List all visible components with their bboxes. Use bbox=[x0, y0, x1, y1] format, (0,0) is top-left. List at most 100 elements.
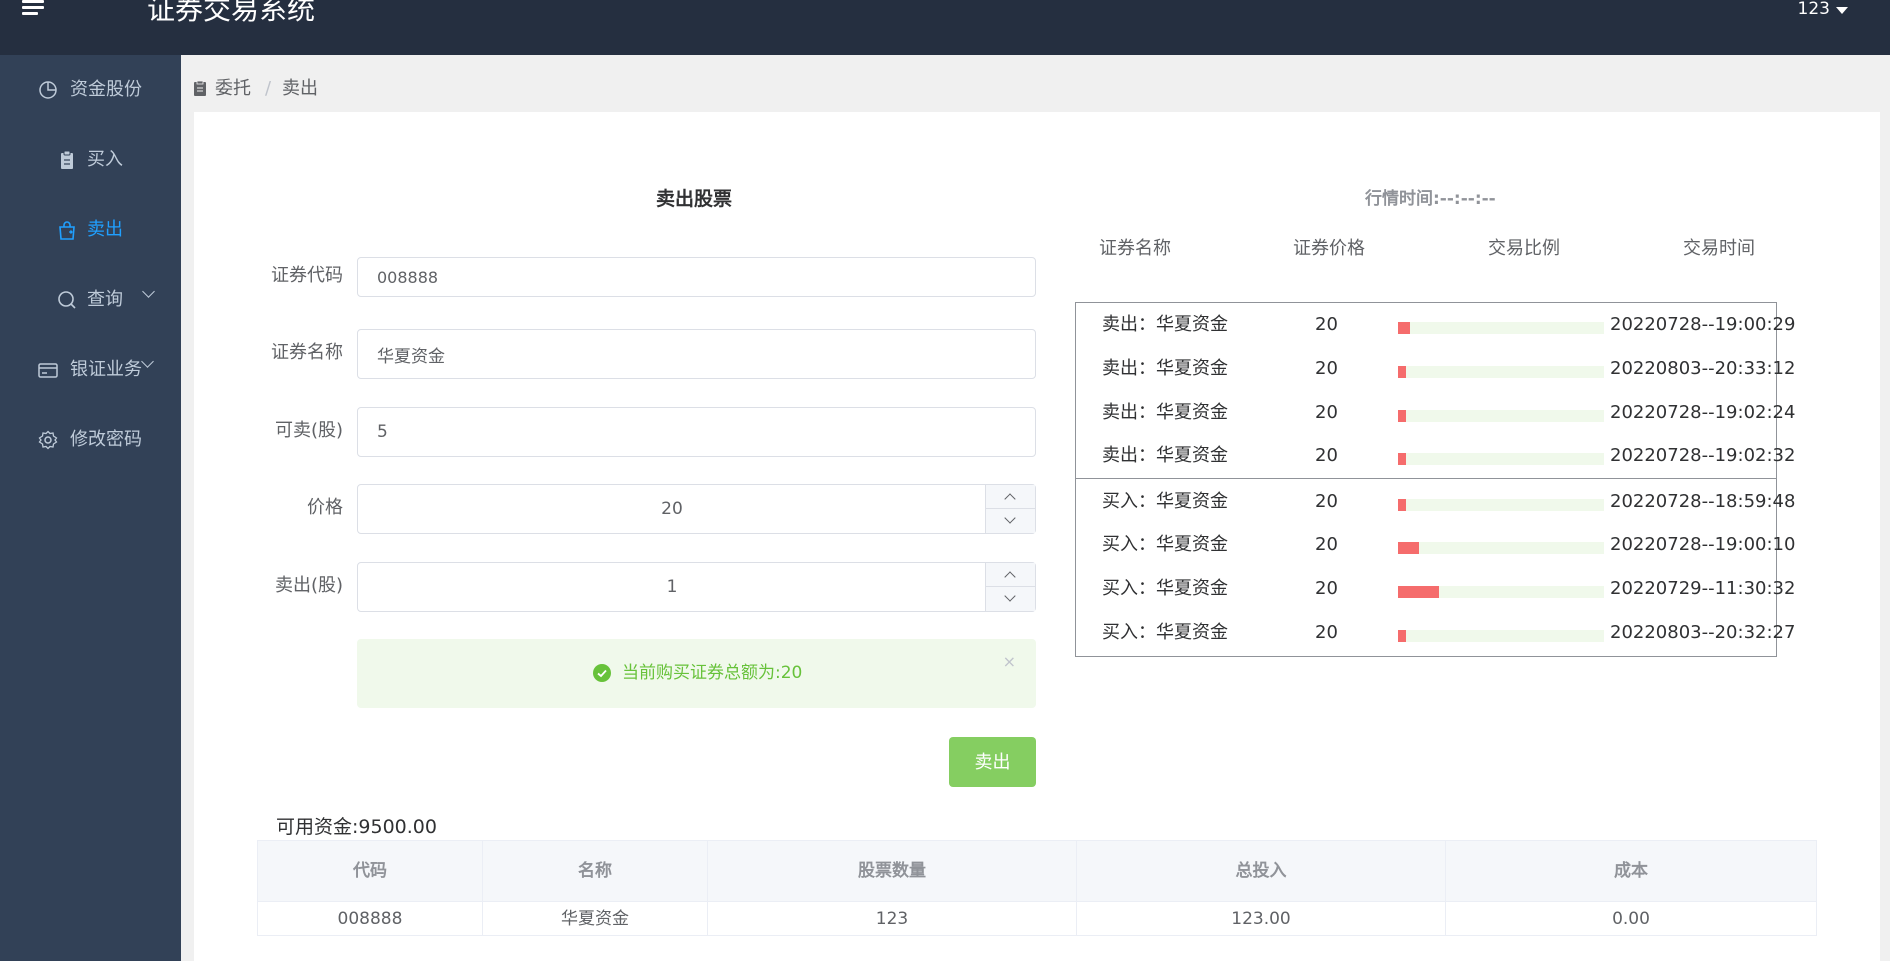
market-row: 买入：华夏资金 20 20220803--20:32:27 bbox=[1076, 618, 1795, 648]
holdings-table: 代码 名称 股票数量 总投入 成本 008888 华夏资金 123 123.00… bbox=[257, 840, 1817, 936]
breadcrumb-item-order[interactable]: 委托 bbox=[215, 77, 251, 101]
column-header: 代码 bbox=[258, 841, 483, 901]
column-header: 名称 bbox=[483, 841, 708, 901]
form-title: 卖出股票 bbox=[656, 188, 733, 210]
market-row-price: 20 bbox=[1315, 402, 1338, 423]
chevron-up-icon bbox=[1004, 493, 1016, 505]
quantity-input[interactable]: 1 bbox=[358, 563, 986, 611]
market-row-name: 买入：华夏资金 bbox=[1102, 491, 1228, 512]
market-column-ratio: 交易比例 bbox=[1488, 238, 1560, 259]
sidebar-item-query[interactable]: 查询 bbox=[0, 265, 181, 335]
shopping-bag-icon bbox=[59, 221, 75, 240]
chevron-up-icon bbox=[1004, 571, 1016, 583]
ratio-bar-fill bbox=[1398, 499, 1406, 511]
market-row-time: 20220728--19:02:24 bbox=[1610, 402, 1796, 423]
quantity-stepper: 1 bbox=[357, 562, 1036, 612]
table-cell: 008888 bbox=[258, 902, 483, 936]
market-row: 卖出：华夏资金 20 20220728--19:02:24 bbox=[1076, 398, 1795, 428]
market-row-name: 卖出：华夏资金 bbox=[1102, 314, 1228, 335]
price-input[interactable]: 20 bbox=[358, 485, 986, 533]
market-row: 买入：华夏资金 20 20220728--18:59:48 bbox=[1076, 487, 1795, 517]
caret-down-icon[interactable] bbox=[1836, 7, 1848, 14]
sidebar-item-buy[interactable]: 买入 bbox=[0, 125, 181, 195]
market-column-name: 证券名称 bbox=[1099, 238, 1171, 259]
market-row-time: 20220728--18:59:48 bbox=[1610, 491, 1796, 512]
name-input[interactable]: 华夏资金 bbox=[357, 329, 1036, 379]
market-row: 卖出：华夏资金 20 20220728--19:00:29 bbox=[1076, 310, 1795, 340]
price-decrease-button[interactable] bbox=[986, 509, 1035, 533]
price-stepper-buttons bbox=[985, 485, 1035, 533]
chevron-down-icon bbox=[1004, 512, 1016, 524]
available-label: 可卖(股) bbox=[274, 420, 343, 441]
top-bar: 证券交易系统 123 bbox=[0, 0, 1890, 55]
sidebar-item-sell[interactable]: 卖出 bbox=[0, 195, 181, 265]
column-header: 总投入 bbox=[1077, 841, 1446, 901]
user-menu[interactable]: 123 bbox=[1798, 0, 1830, 18]
code-input[interactable]: 008888 bbox=[357, 257, 1036, 297]
market-row: 卖出：华夏资金 20 20220728--19:02:32 bbox=[1076, 441, 1795, 471]
market-divider bbox=[1076, 478, 1776, 479]
sidebar-item-label: 查询 bbox=[87, 289, 123, 310]
price-increase-button[interactable] bbox=[986, 485, 1035, 509]
ratio-bar bbox=[1398, 499, 1604, 511]
column-header: 成本 bbox=[1614, 861, 1648, 881]
market-row-name: 买入：华夏资金 bbox=[1102, 578, 1228, 599]
ratio-bar bbox=[1398, 630, 1604, 642]
market-row-name: 卖出：华夏资金 bbox=[1102, 358, 1228, 379]
market-row-time: 20220803--20:32:27 bbox=[1610, 622, 1796, 643]
market-column-time: 交易时间 bbox=[1683, 238, 1755, 259]
sidebar-item-password[interactable]: 修改密码 bbox=[0, 405, 181, 475]
close-icon[interactable]: × bbox=[1003, 653, 1016, 671]
market-row-time: 20220729--11:30:32 bbox=[1610, 578, 1796, 599]
market-row-time: 20220728--19:02:32 bbox=[1610, 445, 1796, 466]
ratio-bar-fill bbox=[1398, 322, 1410, 334]
quantity-increase-button[interactable] bbox=[986, 563, 1035, 587]
market-column-price: 证券价格 bbox=[1293, 238, 1365, 259]
sidebar-item-label: 卖出 bbox=[87, 219, 123, 240]
market-row-price: 20 bbox=[1315, 358, 1338, 379]
quantity-decrease-button[interactable] bbox=[986, 587, 1035, 611]
name-label: 证券名称 bbox=[271, 342, 343, 363]
ratio-bar-fill bbox=[1398, 586, 1439, 598]
market-row-time: 20220728--19:00:29 bbox=[1610, 314, 1796, 335]
table-cell: 123.00 bbox=[1077, 902, 1446, 936]
market-row-price: 20 bbox=[1315, 314, 1338, 335]
clipboard-icon bbox=[194, 81, 206, 96]
ratio-bar bbox=[1398, 410, 1604, 422]
sell-button[interactable]: 卖出 bbox=[949, 737, 1036, 787]
available-funds: 可用资金:9500.00 bbox=[276, 816, 437, 838]
search-icon bbox=[58, 291, 76, 309]
ratio-bar bbox=[1398, 453, 1604, 465]
alert-message: 当前购买证券总额为:20 bbox=[622, 663, 803, 683]
ratio-bar-fill bbox=[1398, 542, 1419, 554]
gear-icon bbox=[38, 430, 58, 450]
ratio-bar-fill bbox=[1398, 453, 1406, 465]
sidebar-item-bank[interactable]: 银证业务 bbox=[0, 335, 181, 405]
success-alert: 当前购买证券总额为:20 × bbox=[357, 639, 1036, 708]
quantity-label: 卖出(股) bbox=[274, 575, 343, 596]
sidebar-item-label: 银证业务 bbox=[70, 359, 142, 380]
table-cell: 华夏资金 bbox=[483, 902, 708, 936]
market-row: 卖出：华夏资金 20 20220803--20:33:12 bbox=[1076, 354, 1795, 384]
market-row-price: 20 bbox=[1315, 445, 1338, 466]
menu-toggle-icon[interactable] bbox=[22, 0, 46, 22]
column-header: 股票数量 bbox=[708, 841, 1077, 901]
ratio-bar bbox=[1398, 586, 1604, 598]
price-stepper: 20 bbox=[357, 484, 1036, 534]
market-time: 行情时间:--:--:-- bbox=[1365, 189, 1496, 209]
chevron-down-icon bbox=[1004, 590, 1016, 602]
price-label: 价格 bbox=[307, 497, 343, 518]
market-row-price: 20 bbox=[1315, 534, 1338, 555]
market-row-price: 20 bbox=[1315, 491, 1338, 512]
bank-card-icon bbox=[38, 363, 58, 378]
ratio-bar bbox=[1398, 542, 1604, 554]
market-row-name: 买入：华夏资金 bbox=[1102, 534, 1228, 555]
sidebar-item-funds[interactable]: 资金股份 bbox=[0, 55, 181, 125]
clipboard-icon bbox=[61, 150, 73, 169]
table-cell: 0.00 bbox=[1612, 909, 1650, 929]
ratio-bar-fill bbox=[1398, 366, 1406, 378]
sidebar-item-label: 修改密码 bbox=[70, 429, 142, 450]
available-input[interactable]: 5 bbox=[357, 407, 1036, 457]
ratio-bar bbox=[1398, 322, 1604, 334]
pie-chart-icon bbox=[39, 81, 57, 99]
